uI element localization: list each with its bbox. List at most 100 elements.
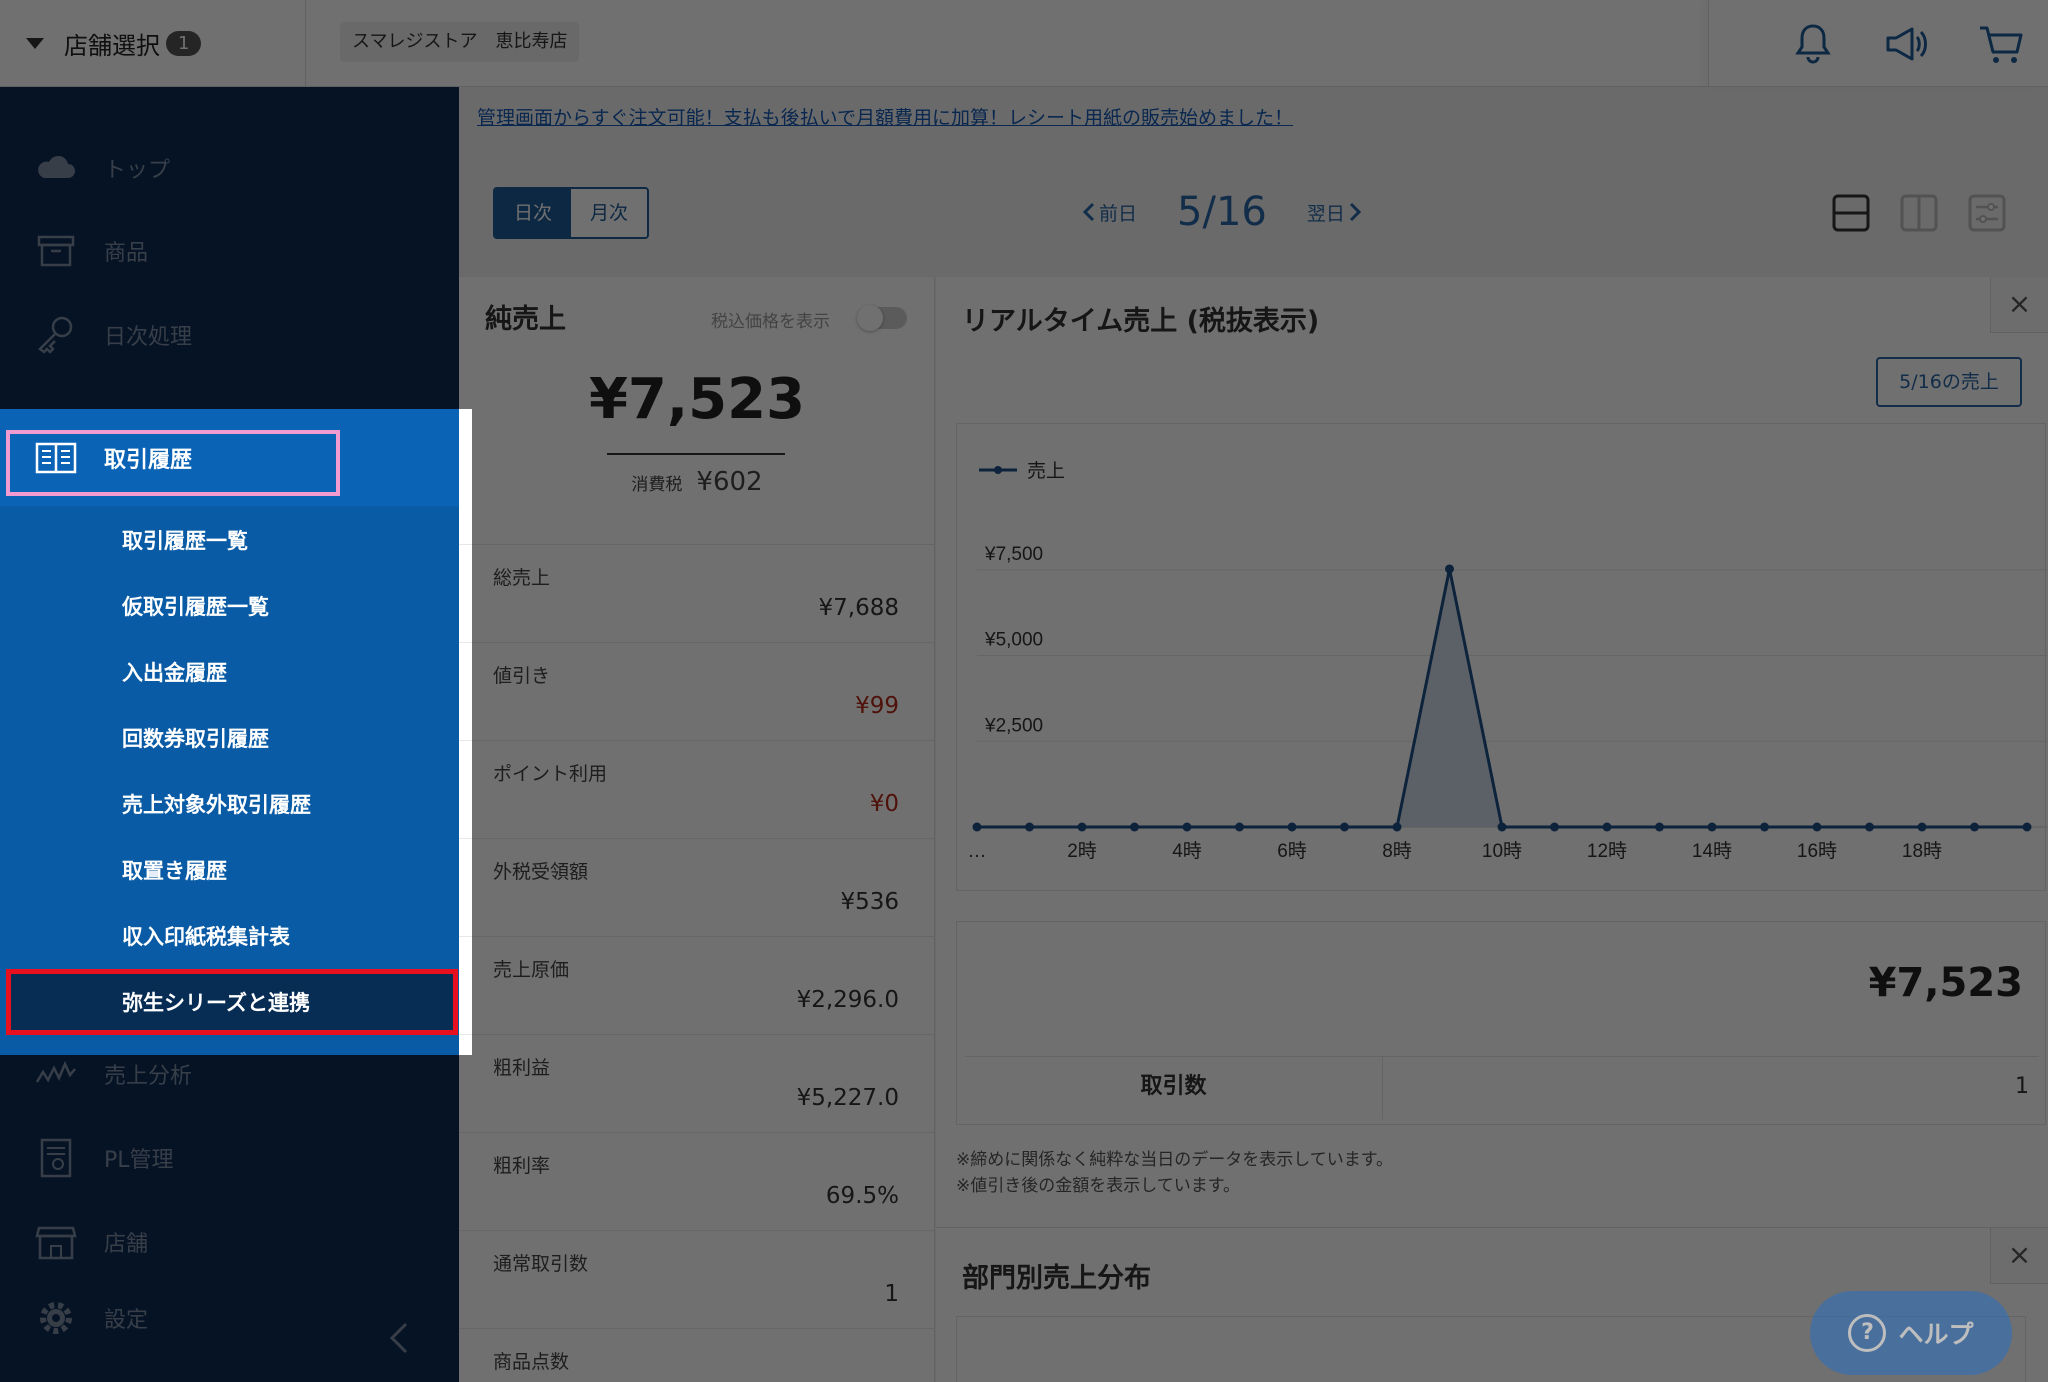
submenu-item-coupon-history[interactable]: 回数券取引履歴 [0, 705, 459, 771]
summary-row-label: ポイント利用 [493, 763, 608, 785]
sidebar-item-products[interactable]: 商品 [0, 209, 459, 293]
submenu-item-yayoi-integration[interactable]: 弥生シリーズと連携 [0, 969, 459, 1035]
summary-row-value: ¥0 [869, 791, 899, 817]
highlight-pink-box [6, 430, 340, 496]
bell-icon[interactable] [1788, 19, 1838, 69]
notice-banner-link[interactable]: 管理画面からすぐ注文可能！支払も後払いで月額費用に加算！レシート用紙の販売始めま… [477, 103, 1293, 130]
tab-daily[interactable]: 日次 [495, 189, 571, 237]
summary-row-value: ¥5,227.0 [796, 1085, 899, 1111]
prev-day-label: 前日 [1099, 202, 1138, 225]
y-tick-label: ¥7,500 [984, 544, 1043, 565]
line-chart-icon [35, 1060, 76, 1083]
sidebar-item-label: 設定 [104, 1308, 149, 1333]
summary-row: 総売上 ¥7,688 [459, 545, 935, 643]
data-point [1865, 822, 1874, 832]
sidebar-item-top[interactable]: トップ [0, 126, 459, 210]
store-count-badge: 1 [166, 31, 202, 56]
sliders-icon[interactable] [1964, 190, 2010, 236]
submenu-item-temp-transaction-list[interactable]: 仮取引履歴一覧 [0, 573, 459, 639]
help-label: ヘルプ [1898, 1320, 1974, 1349]
view-mode-tabs: 日次 月次 [493, 187, 649, 239]
x-tick-label: 18時 [1902, 840, 1942, 862]
top-right-actions [1708, 0, 2048, 87]
sidebar-item-label: PL管理 [104, 1148, 174, 1173]
cart-icon[interactable] [1976, 19, 2026, 69]
next-day-label: 翌日 [1306, 202, 1345, 225]
realtime-sales-title: リアルタイム売上 (税抜表示) [962, 306, 1320, 337]
legend-label: 売上 [1027, 460, 1065, 482]
megaphone-icon[interactable] [1882, 19, 1932, 69]
sidebar-item-label: 店舗 [104, 1232, 149, 1257]
x-tick-label: 14時 [1692, 840, 1732, 862]
store-select-dropdown[interactable]: 店舗選択 1 [0, 0, 306, 87]
x-tick-label: 6時 [1277, 840, 1307, 862]
submenu-item-layaway-history[interactable]: 取置き履歴 [0, 837, 459, 903]
summary-row-value: ¥7,688 [818, 595, 899, 621]
help-button[interactable]: ? ヘルプ [1810, 1291, 2012, 1375]
data-point [1602, 822, 1612, 832]
summary-row-label: 外税受領額 [493, 861, 589, 883]
summary-row: 粗利率 69.5% [459, 1133, 935, 1231]
submenu-item-stamp-tax-report[interactable]: 収入印紙税集計表 [0, 903, 459, 969]
collapse-sidebar-icon[interactable] [380, 1318, 420, 1358]
data-point [1655, 822, 1664, 832]
submenu-item-non-sales-history[interactable]: 売上対象外取引履歴 [0, 771, 459, 837]
question-icon: ? [1848, 1314, 1887, 1352]
cloud-icon [38, 155, 75, 178]
next-day-button[interactable]: 翌日 [1307, 199, 1365, 226]
sidebar-item-sales-analysis[interactable]: 売上分析 [0, 1032, 459, 1116]
x-tick-label: 8時 [1382, 840, 1412, 862]
x-tick-label: 10時 [1482, 840, 1522, 862]
y-tick-label: ¥2,500 [984, 715, 1043, 736]
main-content: 管理画面からすぐ注文可能！支払も後払いで月額費用に加算！レシート用紙の販売始めま… [459, 87, 2048, 1382]
net-sales-title: 純売上 [485, 304, 566, 335]
data-point [972, 822, 982, 832]
summary-row-label: 総売上 [493, 567, 551, 589]
close-icon[interactable]: × [1990, 277, 2048, 333]
summary-row-value: ¥99 [855, 693, 899, 719]
caret-down-icon [26, 38, 44, 49]
divider [607, 453, 785, 455]
current-date: 5/16 [1177, 189, 1267, 235]
store-select-label: 店舗選択 [64, 32, 160, 60]
data-point [1812, 822, 1822, 832]
sidebar-item-pl[interactable]: PL管理 [0, 1116, 459, 1200]
submenu-item-transaction-list[interactable]: 取引履歴一覧 [0, 507, 459, 573]
sidebar-item-daily[interactable]: 日次処理 [0, 293, 459, 377]
sidebar-item-label: 商品 [104, 241, 149, 266]
realtime-sales-card: リアルタイム売上 (税抜表示) × 5/16の売上 売上 ¥2,500 ¥5,000… [936, 277, 2048, 1227]
data-point [1917, 822, 1927, 832]
series-area [977, 568, 2027, 827]
transaction-count-row: 取引数 1 [965, 1056, 2039, 1119]
store-icon [35, 1226, 77, 1260]
data-point [2022, 822, 2032, 832]
summary-row-label: 売上原価 [493, 959, 570, 981]
summary-row: 通常取引数 1 [459, 1231, 935, 1329]
summary-row-value: ¥2,296.0 [796, 987, 899, 1013]
department-sales-title: 部門別売上分布 [962, 1263, 1151, 1294]
x-tick-label: 4時 [1172, 840, 1202, 862]
chevron-right-icon [1349, 202, 1361, 222]
day-sales-button[interactable]: 5/16の売上 [1876, 357, 2022, 407]
tax-line: 消費税 ¥602 [459, 467, 935, 497]
submenu-item-cash-inout-history[interactable]: 入出金履歴 [0, 639, 459, 705]
close-icon[interactable]: × [1990, 1228, 2048, 1284]
report-icon [40, 1138, 72, 1178]
data-point [1025, 822, 1034, 832]
realtime-sales-chart: 売上 ¥2,500 ¥5,000 ¥7,500 … 2時 4時 6時 8時 10時 12時 14時 16… [956, 423, 2047, 891]
summary-row: 外税受領額 ¥536 [459, 839, 935, 937]
y-tick-label: ¥5,000 [984, 630, 1043, 651]
summary-row-label: 粗利率 [493, 1155, 551, 1177]
key-icon [38, 316, 73, 354]
summary-row: ポイント利用 ¥0 [459, 741, 935, 839]
tab-monthly[interactable]: 月次 [571, 189, 647, 237]
summary-row: 商品点数 [459, 1329, 935, 1382]
prev-day-button[interactable]: 前日 [1079, 199, 1137, 226]
layout-columns-icon[interactable] [1896, 190, 1942, 236]
realtime-total-amount: ¥7,523 [1868, 960, 2023, 1006]
tax-included-toggle[interactable] [857, 305, 907, 331]
summary-row-label: 通常取引数 [493, 1253, 589, 1275]
gear-icon [40, 1302, 72, 1334]
layout-rows-icon[interactable] [1828, 190, 1874, 236]
current-store-name: スマレジストア 恵比寿店 [340, 22, 580, 62]
